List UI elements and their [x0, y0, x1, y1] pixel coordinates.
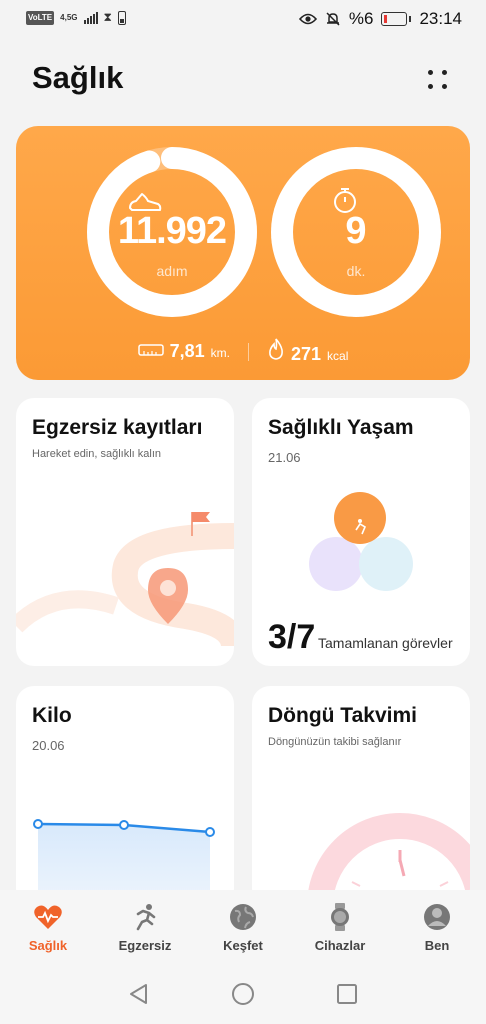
hourglass-icon: ⧗	[103, 10, 112, 24]
activity-summary-card[interactable]: 11.992 adım 9 dk. 7,81 km. 271 kcal	[16, 126, 470, 380]
stats-divider	[248, 342, 249, 361]
battery-icon	[381, 12, 408, 26]
weight-point	[205, 827, 215, 837]
tasks-done-label: Tamamlanan görevler	[318, 635, 453, 651]
calories-value: 271	[291, 344, 322, 364]
exercise-card-subtitle: Hareket edin, sağlıklı kalın	[32, 448, 162, 460]
user-icon	[424, 904, 450, 930]
cycle-card-title: Döngü Takvimi	[268, 704, 417, 727]
home-icon[interactable]	[231, 982, 255, 1006]
nav-me[interactable]: Ben	[392, 902, 482, 953]
calories-unit: kcal	[327, 349, 349, 363]
steps-value: 11.992	[117, 210, 227, 252]
running-icon	[136, 904, 156, 931]
bell-off-icon	[326, 12, 340, 26]
minutes-unit: dk.	[346, 263, 366, 279]
cycle-calendar-card[interactable]: Döngü Takvimi Döngünüzün takibi sağlanır	[252, 686, 470, 906]
activity-stats: 7,81 km. 271 kcal	[16, 338, 470, 365]
healthy-living-date: 21.06	[268, 450, 301, 465]
steps-unit: adım	[156, 263, 188, 279]
weight-card-date: 20.06	[32, 738, 65, 753]
status-right: %6 23:14	[298, 9, 462, 29]
route-illustration	[16, 512, 234, 648]
nav-exercise-label: Egzersiz	[118, 938, 172, 953]
cycle-card-subtitle: Döngünüzün takibi sağlanır	[268, 736, 402, 748]
eye-icon	[298, 13, 317, 25]
healthy-living-title: Sağlıklı Yaşam	[268, 416, 414, 439]
weight-point	[33, 819, 43, 829]
distance-value: 7,81	[169, 341, 205, 361]
back-icon[interactable]	[127, 982, 151, 1006]
weight-card-title: Kilo	[32, 704, 72, 727]
ruler-icon	[137, 344, 164, 356]
clock: 23:14	[419, 9, 462, 28]
network-type: 4,5G	[60, 12, 78, 22]
signal-icon	[83, 11, 98, 24]
exercise-records-card[interactable]: Egzersiz kayıtları Hareket edin, sağlıkl…	[16, 398, 234, 666]
watch-icon	[331, 903, 349, 931]
nav-discover-label: Keşfet	[223, 938, 263, 953]
status-bar: VoLTE 4,5G ⧗ %6 23:14	[0, 0, 486, 40]
bottom-navigation: Sağlık Egzersiz Keşfet Cihazlar Ben	[0, 890, 486, 960]
globe-icon	[230, 904, 256, 930]
page-title: Sağlık	[32, 60, 124, 95]
nav-health-label: Sağlık	[28, 938, 68, 953]
heart-pulse-icon	[34, 905, 62, 929]
healthy-living-card[interactable]: Sağlıklı Yaşam 21.06 3/7 Tamamlanan göre…	[252, 398, 470, 666]
nav-discover[interactable]: Keşfet	[198, 902, 288, 953]
tasks-done-count: 3/7	[268, 618, 316, 656]
nav-health[interactable]: Sağlık	[3, 902, 93, 953]
nav-me-label: Ben	[424, 938, 450, 953]
battery-percent: %6	[348, 9, 374, 28]
nav-devices-label: Cihazlar	[314, 938, 366, 953]
recents-icon[interactable]	[335, 982, 359, 1006]
nav-devices[interactable]: Cihazlar	[295, 902, 385, 953]
status-left: VoLTE 4,5G ⧗	[26, 10, 126, 25]
small-battery-icon	[117, 10, 126, 25]
distance-stat: 7,81 km.	[137, 341, 230, 362]
weight-point	[119, 820, 129, 830]
nav-exercise[interactable]: Egzersiz	[100, 902, 190, 953]
calories-stat: 271 kcal	[267, 338, 348, 365]
weight-card[interactable]: Kilo 20.06	[16, 686, 234, 906]
system-navigation-bar	[0, 960, 486, 1024]
battery-tip	[409, 16, 412, 22]
distance-unit: km.	[210, 346, 230, 360]
minutes-value: 9	[345, 210, 367, 252]
flame-icon	[269, 338, 283, 360]
healthy-living-circles-icon	[309, 492, 413, 591]
volte-badge: VoLTE	[26, 10, 55, 25]
more-options-button[interactable]	[420, 62, 456, 98]
exercise-card-title: Egzersiz kayıtları	[32, 416, 203, 439]
